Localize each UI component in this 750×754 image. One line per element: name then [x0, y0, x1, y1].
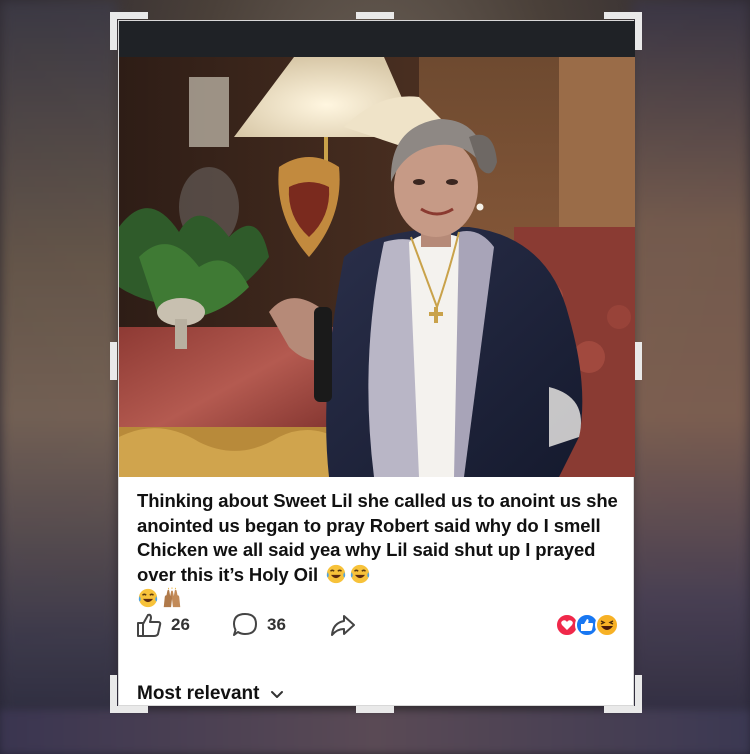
like-reaction-icon — [575, 613, 599, 637]
like-count: 26 — [171, 615, 190, 634]
crop-handle-top-right-v[interactable] — [635, 12, 642, 50]
post-card: Thinking about Sweet Lil she called us t… — [118, 20, 635, 706]
background-blur-left — [0, 0, 118, 754]
thumbs-up-icon — [137, 613, 162, 637]
haha-reaction-icon — [595, 613, 619, 637]
post-photo-illustration — [119, 57, 635, 477]
crop-handle-bottom[interactable] — [356, 706, 394, 713]
comment-sort-dropdown[interactable]: Most relevant — [137, 683, 287, 705]
laughing-with-tears-emoji-icon — [138, 588, 158, 608]
share-button[interactable] — [329, 611, 357, 639]
laughing-with-tears-emoji-icon — [326, 564, 346, 583]
background-blur-right — [632, 0, 750, 754]
comment-count: 36 — [267, 615, 286, 634]
post-photo[interactable] — [119, 57, 635, 477]
post-caption-text: Thinking about Sweet Lil she called us t… — [137, 490, 618, 585]
crop-handle-top-left-v[interactable] — [110, 12, 117, 50]
love-reaction-icon — [555, 613, 579, 637]
like-button[interactable]: 26 — [135, 611, 190, 639]
laughing-with-tears-emoji-icon — [350, 564, 370, 583]
post-top-bar — [119, 21, 635, 57]
comment-button[interactable]: 36 — [231, 611, 286, 639]
comment-sort-label: Most relevant — [137, 683, 260, 704]
post-caption: Thinking about Sweet Lil she called us t… — [137, 489, 625, 612]
crop-handle-bottom-left-v[interactable] — [110, 675, 117, 713]
crop-handle-top[interactable] — [356, 12, 394, 19]
background-blur-bottom — [0, 710, 750, 754]
crop-handle-right[interactable] — [635, 342, 642, 380]
chevron-down-icon — [271, 691, 284, 698]
reaction-icons — [555, 613, 619, 637]
comment-bubble-icon — [233, 613, 257, 636]
raised-hands-emoji-icon — [163, 587, 181, 608]
share-arrow-icon — [331, 615, 355, 636]
crop-handle-bottom-right-v[interactable] — [635, 675, 642, 713]
reaction-summary[interactable] — [555, 613, 627, 637]
crop-handle-left[interactable] — [110, 342, 117, 380]
